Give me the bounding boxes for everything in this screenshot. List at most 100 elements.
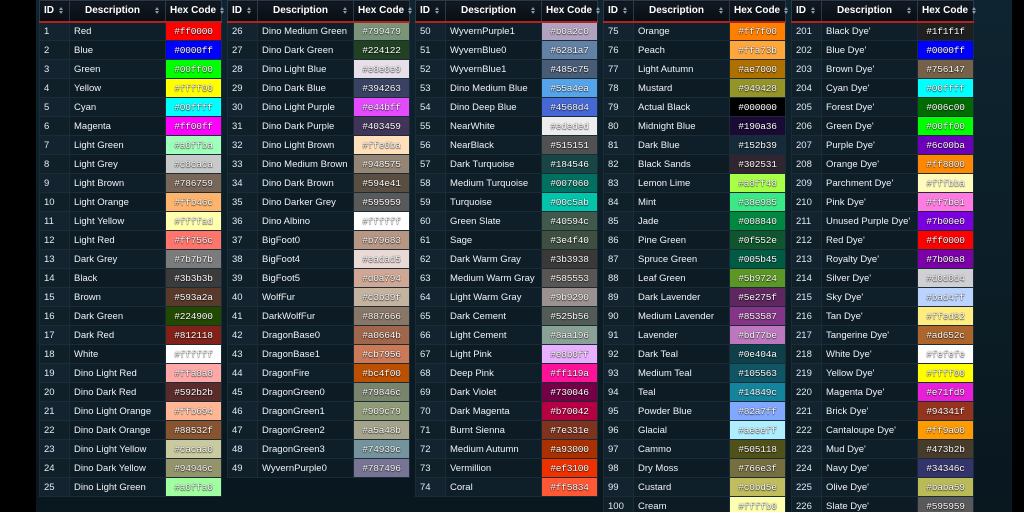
table-row[interactable]: 30 Dino Light Purple #e44bff: [227, 97, 410, 117]
table-row[interactable]: 72 Medium Autumn #a93000: [415, 439, 598, 459]
table-row[interactable]: 43 DragonBase1 #cb7956: [227, 344, 410, 364]
table-row[interactable]: 31 Dino Dark Purple #403459: [227, 116, 410, 136]
table-row[interactable]: 201 Black Dye' #1f1f1f: [791, 21, 974, 41]
column-header-hex-code[interactable]: Hex Code: [165, 0, 225, 23]
table-row[interactable]: 51 WyvernBlue0 #6281a7: [415, 40, 598, 60]
table-row[interactable]: 66 Light Cement #8aa196: [415, 325, 598, 345]
column-header-description[interactable]: Description: [821, 0, 918, 23]
table-row[interactable]: 69 Dark Violet #730046: [415, 382, 598, 402]
table-row[interactable]: 64 Light Warm Gray #9b9290: [415, 287, 598, 307]
column-header-id[interactable]: ID: [39, 0, 70, 23]
table-row[interactable]: 68 Deep Pink #ff119a: [415, 363, 598, 383]
table-row[interactable]: 206 Green Dye' #00ff00: [791, 116, 974, 136]
column-header-description[interactable]: Description: [257, 0, 354, 23]
table-row[interactable]: 100 Cream #ffffb0: [603, 496, 786, 512]
table-row[interactable]: 25 Dino Light Green #a0ffa0: [39, 477, 222, 497]
table-row[interactable]: 5 Cyan #00ffff: [39, 97, 222, 117]
table-row[interactable]: 65 Dark Cement #525b56: [415, 306, 598, 326]
table-row[interactable]: 215 Sky Dye' #bad4ff: [791, 287, 974, 307]
column-header-description[interactable]: Description: [445, 0, 542, 23]
table-row[interactable]: 216 Tan Dye' #ffed82: [791, 306, 974, 326]
table-row[interactable]: 36 Dino Albino #ffffff: [227, 211, 410, 231]
table-row[interactable]: 1 Red #ff0000: [39, 21, 222, 41]
table-row[interactable]: 91 Lavender #bd77be: [603, 325, 786, 345]
table-row[interactable]: 213 Royalty Dye' #7b00a8: [791, 249, 974, 269]
table-row[interactable]: 10 Light Orange #ffb46c: [39, 192, 222, 212]
table-row[interactable]: 35 Dino Darker Grey #595959: [227, 192, 410, 212]
table-row[interactable]: 78 Mustard #949428: [603, 78, 786, 98]
table-row[interactable]: 224 Navy Dye' #34346c: [791, 458, 974, 478]
sort-updown-icon[interactable]: [718, 7, 725, 15]
table-row[interactable]: 99 Custard #c0bd5e: [603, 477, 786, 497]
table-row[interactable]: 205 Forest Dye' #006c00: [791, 97, 974, 117]
table-row[interactable]: 73 Vermillion #ef3100: [415, 458, 598, 478]
sort-updown-icon[interactable]: [434, 7, 441, 15]
table-row[interactable]: 6 Magenta #ff00ff: [39, 116, 222, 136]
table-row[interactable]: 38 BigFoot4 #eadad5: [227, 249, 410, 269]
table-row[interactable]: 85 Jade #008840: [603, 211, 786, 231]
column-header-id[interactable]: ID: [603, 0, 634, 23]
table-row[interactable]: 12 Light Red #ff756c: [39, 230, 222, 250]
table-row[interactable]: 222 Cantaloupe Dye' #ff9a00: [791, 420, 974, 440]
sort-updown-icon[interactable]: [407, 7, 414, 15]
table-row[interactable]: 20 Dino Dark Red #592b2b: [39, 382, 222, 402]
sort-updown-icon[interactable]: [783, 7, 790, 15]
table-row[interactable]: 212 Red Dye' #ff0000: [791, 230, 974, 250]
table-row[interactable]: 207 Purple Dye' #6c00ba: [791, 135, 974, 155]
table-row[interactable]: 56 NearBlack #515151: [415, 135, 598, 155]
table-row[interactable]: 208 Orange Dye' #ff8800: [791, 154, 974, 174]
table-row[interactable]: 4 Yellow #ffff00: [39, 78, 222, 98]
table-row[interactable]: 203 Brown Dye' #756147: [791, 59, 974, 79]
column-header-hex-code[interactable]: Hex Code: [541, 0, 601, 23]
table-row[interactable]: 24 Dino Dark Yellow #94946c: [39, 458, 222, 478]
table-row[interactable]: 11 Light Yellow #ffffad: [39, 211, 222, 231]
table-row[interactable]: 40 WolfFur #c3b39f: [227, 287, 410, 307]
table-row[interactable]: 46 DragonGreen1 #909c79: [227, 401, 410, 421]
table-row[interactable]: 17 Dark Red #812118: [39, 325, 222, 345]
table-row[interactable]: 74 Coral #ff5834: [415, 477, 598, 497]
table-row[interactable]: 94 Teal #14849c: [603, 382, 786, 402]
column-header-id[interactable]: ID: [791, 0, 822, 23]
table-row[interactable]: 219 Yellow Dye' #ffff00: [791, 363, 974, 383]
table-row[interactable]: 13 Dark Grey #7b7b7b: [39, 249, 222, 269]
table-row[interactable]: 7 Light Green #a0ffba: [39, 135, 222, 155]
table-row[interactable]: 79 Actual Black #000000: [603, 97, 786, 117]
table-row[interactable]: 211 Unused Purple Dye' #7b00e0: [791, 211, 974, 231]
table-row[interactable]: 44 DragonFire #bc4f00: [227, 363, 410, 383]
table-row[interactable]: 49 WyvernPurple0 #787496: [227, 458, 410, 478]
sort-updown-icon[interactable]: [219, 7, 226, 15]
table-row[interactable]: 27 Dino Dark Green #224122: [227, 40, 410, 60]
sort-updown-icon[interactable]: [622, 7, 629, 15]
table-row[interactable]: 86 Pine Green #0f552e: [603, 230, 786, 250]
table-row[interactable]: 225 Olive Dye' #baba59: [791, 477, 974, 497]
table-row[interactable]: 75 Orange #ff7f00: [603, 21, 786, 41]
table-row[interactable]: 39 BigFoot5 #d0a794: [227, 268, 410, 288]
table-row[interactable]: 90 Medium Lavender #853587: [603, 306, 786, 326]
table-row[interactable]: 60 Green Slate #40594c: [415, 211, 598, 231]
table-row[interactable]: 42 DragonBase0 #a0664b: [227, 325, 410, 345]
table-row[interactable]: 52 WyvernBlue1 #485c75: [415, 59, 598, 79]
table-row[interactable]: 58 Medium Turquoise #007060: [415, 173, 598, 193]
table-row[interactable]: 28 Dino Light Blue #e8e0e9: [227, 59, 410, 79]
table-row[interactable]: 93 Medium Teal #105563: [603, 363, 786, 383]
table-row[interactable]: 15 Brown #593a2a: [39, 287, 222, 307]
table-row[interactable]: 63 Medium Warm Gray #585553: [415, 268, 598, 288]
sort-updown-icon[interactable]: [530, 7, 537, 15]
table-row[interactable]: 71 Burnt Sienna #7e331e: [415, 420, 598, 440]
table-row[interactable]: 21 Dino Light Orange #ffb694: [39, 401, 222, 421]
table-row[interactable]: 80 Midnight Blue #190a36: [603, 116, 786, 136]
column-header-hex-code[interactable]: Hex Code: [353, 0, 413, 23]
table-row[interactable]: 41 DarkWolfFur #887666: [227, 306, 410, 326]
table-row[interactable]: 2 Blue #0000ff: [39, 40, 222, 60]
table-row[interactable]: 57 Dark Turquoise #184546: [415, 154, 598, 174]
table-row[interactable]: 50 WyvernPurple1 #b0a2c0: [415, 21, 598, 41]
table-row[interactable]: 45 DragonGreen0 #79846c: [227, 382, 410, 402]
table-row[interactable]: 96 Glacial #aeeeff: [603, 420, 786, 440]
table-row[interactable]: 23 Dino Light Yellow #cacaa0: [39, 439, 222, 459]
sort-updown-icon[interactable]: [154, 7, 161, 15]
table-row[interactable]: 88 Leaf Green #5b9724: [603, 268, 786, 288]
table-row[interactable]: 29 Dino Dark Blue #394263: [227, 78, 410, 98]
table-row[interactable]: 220 Magenta Dye' #e71fd9: [791, 382, 974, 402]
table-row[interactable]: 217 Tangerine Dye' #ad652c: [791, 325, 974, 345]
sort-updown-icon[interactable]: [58, 7, 65, 15]
